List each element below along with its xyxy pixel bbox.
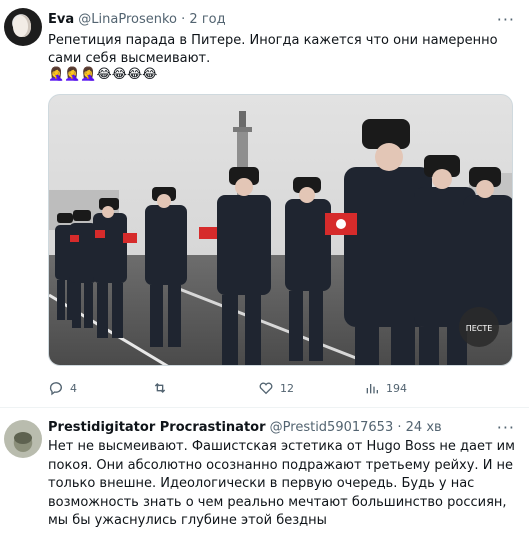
author-name[interactable]: Eva xyxy=(48,12,74,27)
tweet-image[interactable]: ПЕСТЕ xyxy=(48,94,513,366)
tweet-text: Репетиция парада в Питере. Иногда кажетс… xyxy=(48,33,498,66)
reply-author-handle[interactable]: @Prestid59017653 xyxy=(270,420,394,435)
reply-author-name[interactable]: Prestidigitator Procrastinator xyxy=(48,420,266,435)
avatar[interactable] xyxy=(4,8,42,46)
repost-button[interactable] xyxy=(152,380,174,396)
reply-avatar[interactable] xyxy=(4,420,42,458)
like-count: 12 xyxy=(280,381,294,395)
more-icon[interactable]: ··· xyxy=(497,10,515,29)
separator: · xyxy=(181,12,186,27)
tweet-actions: 4 12 194 xyxy=(48,380,513,398)
tweet-emojis: 🤦‍♀️🤦‍♀️🤦‍♀️😂😂😂😂 xyxy=(48,67,158,82)
repost-icon xyxy=(154,383,166,393)
tweet-header: Eva @LinaProsenko · 2 год xyxy=(48,12,226,28)
reply-text: Нет не высмеивают. Фашистская эстетика о… xyxy=(48,439,515,528)
divider xyxy=(0,407,529,408)
reply-button[interactable]: 4 xyxy=(48,380,77,396)
parade-photo: ПЕСТЕ xyxy=(49,95,512,365)
reply-timestamp[interactable]: 24 хв xyxy=(406,420,442,435)
image-watermark: ПЕСТЕ xyxy=(466,324,493,333)
like-button[interactable]: 12 xyxy=(258,380,294,396)
reply-icon xyxy=(49,382,62,396)
views-button[interactable]: 194 xyxy=(364,380,407,396)
like-icon xyxy=(259,382,273,395)
reply-count: 4 xyxy=(70,381,77,395)
reply-more-icon[interactable]: ··· xyxy=(497,418,515,437)
views-icon xyxy=(366,384,378,394)
author-handle[interactable]: @LinaProsenko xyxy=(78,12,177,27)
reply-separator: · xyxy=(397,420,402,435)
timestamp[interactable]: 2 год xyxy=(189,12,225,27)
views-count: 194 xyxy=(386,381,407,395)
reply-header: Prestidigitator Procrastinator @Prestid5… xyxy=(48,420,442,436)
